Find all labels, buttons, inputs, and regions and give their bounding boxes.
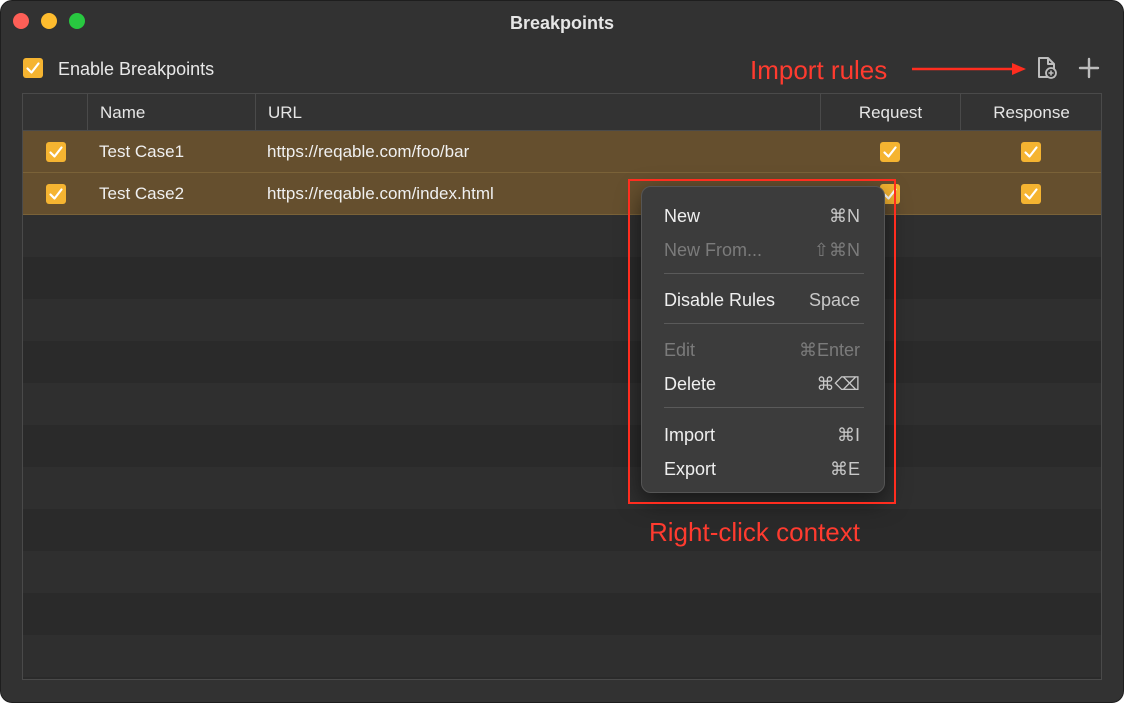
title-bar: Breakpoints [1, 1, 1123, 45]
checkmark-icon [1024, 188, 1038, 200]
row-request-checkbox[interactable] [880, 142, 900, 162]
row-url: https://reqable.com/index.html [267, 184, 494, 203]
empty-row [23, 383, 1101, 425]
empty-row [23, 299, 1101, 341]
empty-row [23, 425, 1101, 467]
import-document-icon[interactable] [1036, 56, 1058, 80]
row-url: https://reqable.com/foo/bar [267, 142, 470, 161]
row-name: Test Case1 [99, 142, 185, 161]
enable-breakpoints-label: Enable Breakpoints [58, 59, 215, 79]
annotation-import-rules: Import rules [750, 55, 888, 85]
empty-row [23, 593, 1101, 635]
table-row[interactable]: Test Case1 https://reqable.com/foo/bar [23, 131, 1101, 173]
table-row[interactable]: Test Case2 https://reqable.com/index.htm… [23, 173, 1101, 215]
table-header: Name URL Request Response [23, 94, 1101, 131]
row-enabled-checkbox[interactable] [46, 184, 66, 204]
annotation-right-click-context: Right-click context [649, 517, 860, 547]
empty-row [23, 635, 1101, 677]
checkmark-icon [49, 146, 63, 158]
column-header-url[interactable]: URL [255, 94, 820, 130]
empty-row [23, 509, 1101, 551]
row-enabled-checkbox[interactable] [46, 142, 66, 162]
checkmark-icon [49, 188, 63, 200]
annotation-highlight-box [628, 179, 896, 504]
enable-breakpoints-checkbox[interactable] [23, 58, 43, 78]
column-header-request[interactable]: Request [820, 94, 960, 130]
empty-row [23, 215, 1101, 257]
column-header-name[interactable]: Name [87, 94, 255, 130]
row-response-checkbox[interactable] [1021, 142, 1041, 162]
annotation-arrow-icon [912, 63, 1026, 75]
checkmark-icon [1024, 146, 1038, 158]
checkmark-icon [26, 62, 40, 74]
row-name: Test Case2 [99, 184, 185, 203]
breakpoints-table: Name URL Request Response Test Case1 htt… [22, 93, 1102, 680]
empty-row [23, 551, 1101, 593]
empty-row [23, 341, 1101, 383]
window-title: Breakpoints [509, 13, 615, 33]
empty-row [23, 257, 1101, 299]
column-header-response[interactable]: Response [960, 94, 1101, 130]
empty-row [23, 467, 1101, 509]
add-plus-icon[interactable] [1078, 57, 1100, 79]
checkmark-icon [883, 146, 897, 158]
row-response-checkbox[interactable] [1021, 184, 1041, 204]
